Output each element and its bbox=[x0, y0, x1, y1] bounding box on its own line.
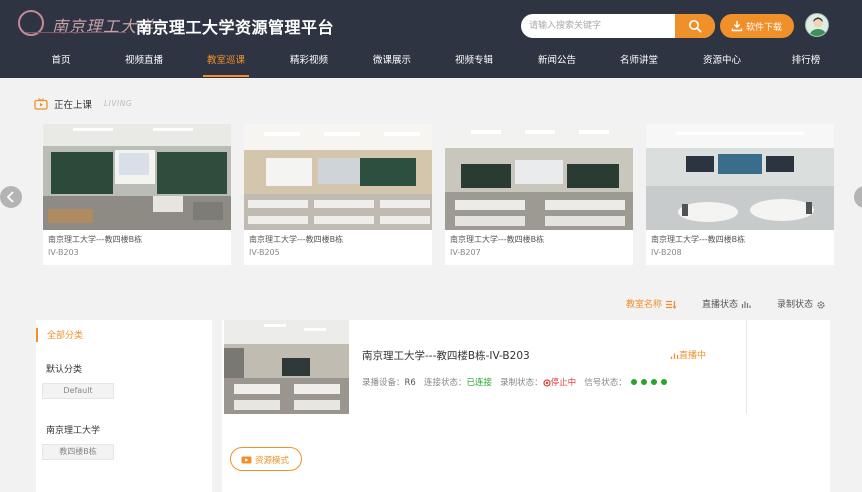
logo-subtitle-line bbox=[26, 32, 126, 36]
nav-famous-teachers[interactable]: 名师讲堂 bbox=[617, 48, 661, 78]
room-title-link[interactable]: 南京理工大学---教四楼B栋-IV-B203 bbox=[362, 348, 530, 363]
live-title-text: 正在上课 bbox=[54, 100, 93, 111]
record-label: 录制状态： bbox=[500, 378, 543, 388]
signal-dot bbox=[630, 378, 637, 385]
card-room-number: IV-B207 bbox=[450, 248, 481, 257]
nav-classroom-patrol[interactable]: 教室巡课 bbox=[203, 48, 249, 78]
card-room-number: IV-B205 bbox=[249, 248, 280, 257]
nav-featured-video[interactable]: 精彩视频 bbox=[287, 48, 331, 78]
category-group-title: 南京理工大学 bbox=[46, 426, 101, 436]
category-tag-building[interactable]: 教四楼B栋 bbox=[42, 444, 114, 460]
sort-live-label: 直播状态 bbox=[702, 300, 739, 310]
sort-by-live-status[interactable]: 直播状态 bbox=[702, 297, 751, 310]
classroom-thumbnail bbox=[646, 124, 834, 230]
live-room-card[interactable]: 南京理工大学---教四楼B栋 IV-B208 bbox=[646, 124, 834, 265]
sort-name-label: 教室名称 bbox=[626, 300, 663, 310]
download-label: 软件下载 bbox=[746, 22, 783, 32]
nav-ranking[interactable]: 排行榜 bbox=[788, 48, 824, 78]
carousel-prev-button[interactable] bbox=[0, 186, 22, 208]
search-input[interactable] bbox=[521, 14, 675, 38]
classroom-thumbnail bbox=[445, 124, 633, 230]
chevron-left-icon bbox=[6, 191, 14, 203]
classroom-list: 南京理工大学---教四楼B栋-IV-B203 直播中 录播设备：R6 连接状态：… bbox=[222, 320, 830, 492]
room-status-line: 录播设备：R6 连接状态：已连接 录制状态： 停止中 信号状态： bbox=[362, 376, 667, 388]
resource-mode-label: 资源模式 bbox=[255, 455, 290, 465]
live-badge-label: 直播中 bbox=[679, 351, 707, 361]
classroom-thumbnail bbox=[244, 124, 432, 230]
tv-icon bbox=[34, 98, 48, 110]
device-label: 录播设备： bbox=[362, 378, 405, 388]
bar-chart-icon bbox=[741, 301, 751, 308]
sort-by-record-status[interactable]: 录制状态 bbox=[777, 297, 826, 310]
header: 南京理工大学 南京理工大学资源管理平台 软件下载 首页 视频直播 教室巡课 精彩… bbox=[0, 0, 862, 78]
panel-divider bbox=[746, 320, 747, 414]
chevron-right-icon bbox=[854, 186, 862, 208]
sort-by-name[interactable]: 教室名称 bbox=[626, 297, 677, 310]
nav-resource-center[interactable]: 资源中心 bbox=[700, 48, 744, 78]
search-icon bbox=[689, 20, 702, 33]
user-avatar[interactable] bbox=[805, 13, 829, 37]
carousel-next-button[interactable] bbox=[854, 186, 862, 208]
nav-news[interactable]: 新闻公告 bbox=[535, 48, 579, 78]
signal-dots bbox=[627, 378, 667, 388]
signal-dot bbox=[640, 378, 647, 385]
nav-live-video[interactable]: 视频直播 bbox=[122, 48, 166, 78]
category-tag-default[interactable]: Default bbox=[42, 383, 114, 399]
signal-label: 信号状态： bbox=[584, 378, 627, 388]
sort-record-label: 录制状态 bbox=[777, 300, 814, 310]
card-building-name: 南京理工大学---教四楼B栋 bbox=[48, 235, 143, 244]
platform-title: 南京理工大学资源管理平台 bbox=[136, 18, 335, 37]
live-room-card[interactable]: 南京理工大学---教四楼B栋 IV-B207 bbox=[445, 124, 633, 265]
nav-video-album[interactable]: 视频专辑 bbox=[452, 48, 496, 78]
live-room-card[interactable]: 南京理工大学---教四楼B栋 IV-B205 bbox=[244, 124, 432, 265]
signal-dot bbox=[660, 378, 667, 385]
signal-bars-icon bbox=[670, 353, 679, 359]
category-all[interactable]: 全部分类 bbox=[36, 328, 83, 342]
search-button[interactable] bbox=[675, 14, 715, 38]
signal-dot bbox=[650, 378, 657, 385]
card-room-number: IV-B203 bbox=[48, 248, 79, 257]
connect-label: 连接状态： bbox=[423, 378, 467, 388]
category-group-title: 默认分类 bbox=[46, 365, 83, 375]
nav-microlesson[interactable]: 微课展示 bbox=[370, 48, 414, 78]
connect-value: 已连接 bbox=[466, 378, 492, 388]
card-building-name: 南京理工大学---教四楼B栋 bbox=[651, 235, 746, 244]
search-box bbox=[521, 14, 715, 38]
live-status-badge: 直播中 bbox=[670, 348, 706, 361]
live-title-subtitle: LIVING bbox=[104, 99, 133, 108]
category-sidebar: 全部分类 默认分类 Default 南京理工大学 教四楼B栋 bbox=[36, 320, 212, 492]
user-avatar-icon bbox=[809, 17, 827, 36]
card-room-number: IV-B208 bbox=[651, 248, 682, 257]
nav-home[interactable]: 首页 bbox=[47, 48, 75, 78]
gear-icon bbox=[817, 300, 825, 309]
video-camera-icon bbox=[241, 456, 252, 464]
room-thumbnail[interactable] bbox=[224, 320, 349, 414]
main-nav: 首页 视频直播 教室巡课 精彩视频 微课展示 视频专辑 新闻公告 名师讲堂 资源… bbox=[0, 48, 862, 78]
download-icon bbox=[731, 21, 743, 32]
sort-list-icon bbox=[665, 300, 677, 309]
record-value: 停止中 bbox=[550, 378, 577, 388]
stop-record-icon bbox=[543, 378, 551, 387]
card-building-name: 南京理工大学---教四楼B栋 bbox=[249, 235, 344, 244]
classroom-thumbnail bbox=[43, 124, 231, 230]
card-building-name: 南京理工大学---教四楼B栋 bbox=[450, 235, 545, 244]
resource-mode-button[interactable]: 资源模式 bbox=[230, 447, 302, 471]
header-top: 南京理工大学 南京理工大学资源管理平台 软件下载 bbox=[0, 0, 862, 48]
software-download-button[interactable]: 软件下载 bbox=[720, 14, 794, 38]
live-room-card[interactable]: 南京理工大学---教四楼B栋 IV-B203 bbox=[43, 124, 231, 265]
device-value: R6 bbox=[404, 378, 416, 388]
